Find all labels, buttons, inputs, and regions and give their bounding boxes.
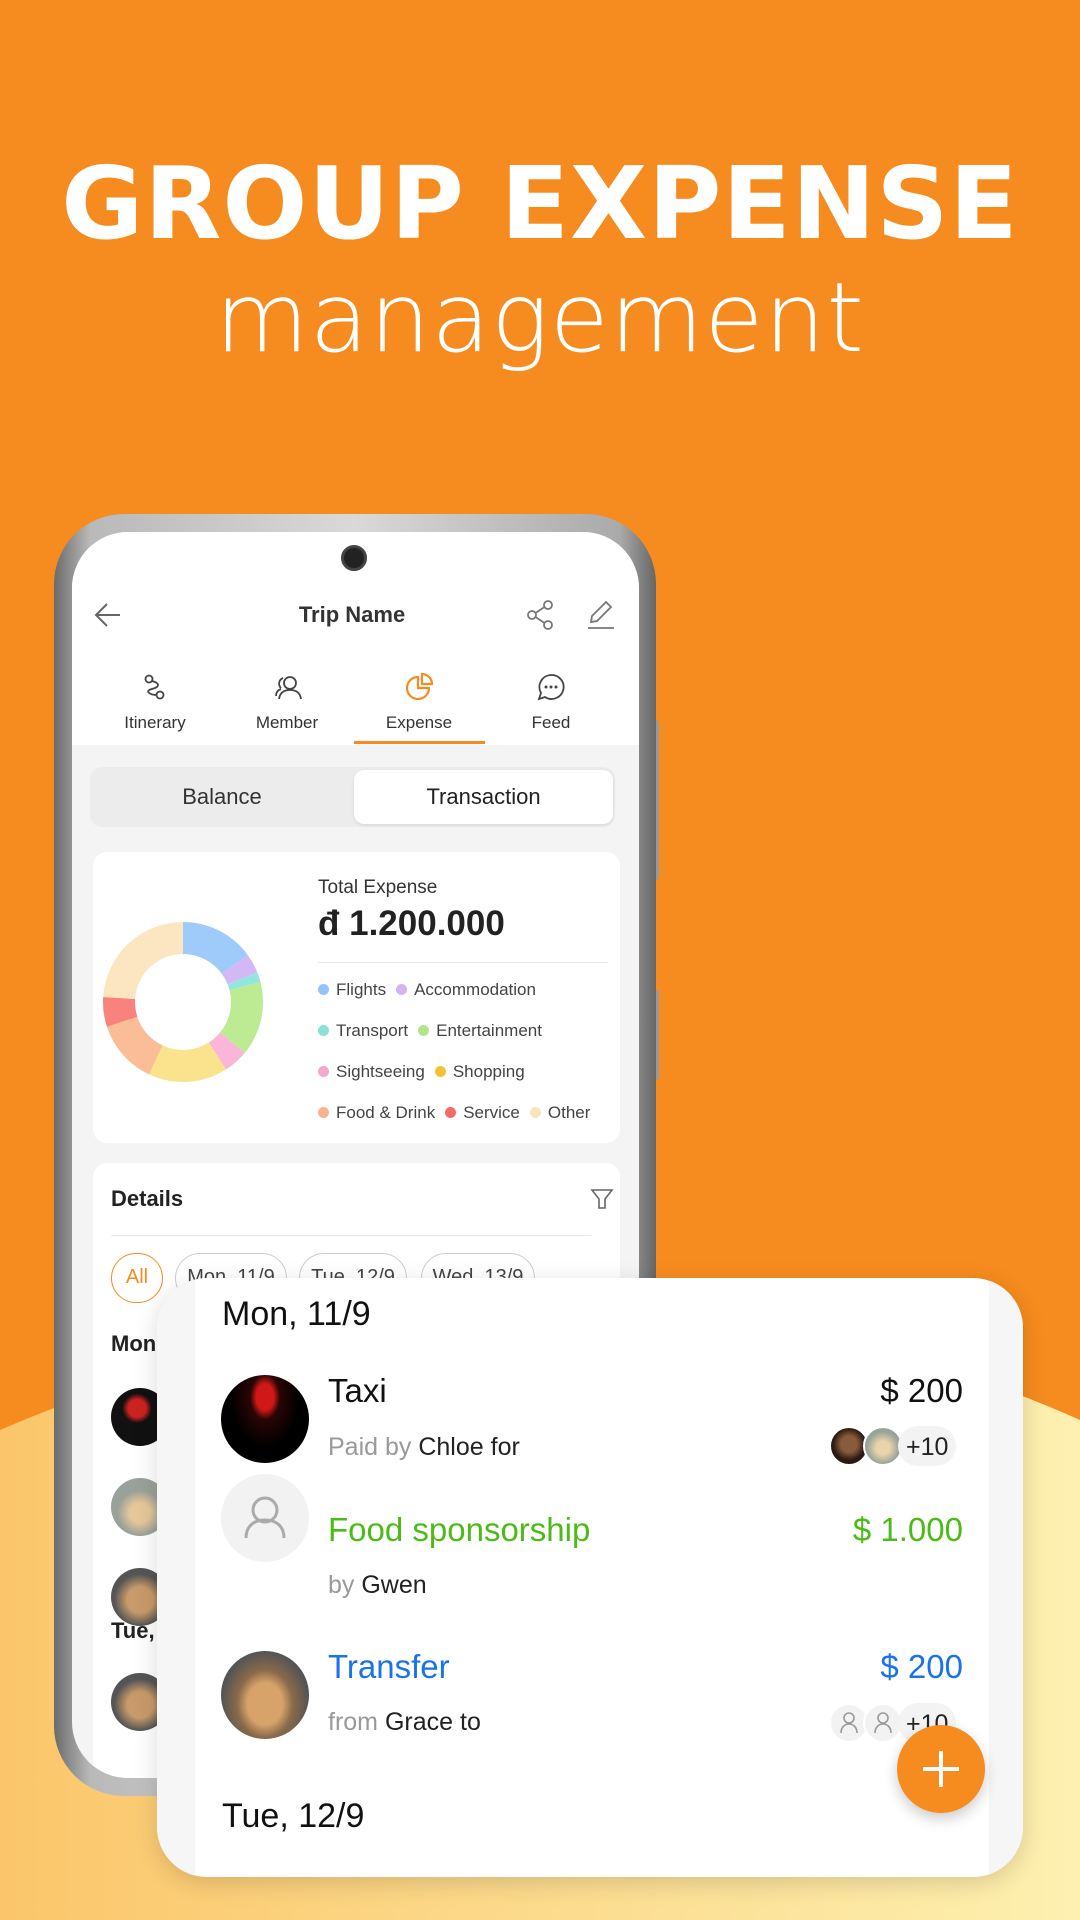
legend-label: Shopping (452, 1062, 525, 1081)
segment-transaction[interactable]: Transaction (354, 770, 613, 824)
card-edge (157, 1278, 195, 1877)
front-camera (341, 545, 367, 571)
legend-item: Entertainment (418, 1021, 542, 1040)
pencil-icon[interactable] (586, 598, 616, 630)
legend-item: Food & Drink (318, 1103, 435, 1122)
transaction-subtitle: Paid by Chloe for (328, 1433, 520, 1461)
expense-donut-chart (103, 922, 263, 1082)
legend-dot (318, 1107, 329, 1118)
total-expense-amount: đ 1.200.000 (318, 904, 505, 943)
legend-dot (318, 1025, 329, 1036)
avatar-placeholder (221, 1474, 309, 1562)
chat-bubble-icon (537, 674, 565, 701)
legend-item: Other (529, 1103, 591, 1122)
legend-row: Transport Entertainment (318, 1021, 552, 1041)
transaction-title: Transfer (328, 1648, 450, 1685)
filter-icon[interactable] (590, 1187, 614, 1211)
users-icon (275, 676, 302, 700)
legend-label: Transport (336, 1021, 409, 1040)
segment-label: Transaction (426, 784, 541, 809)
legend-dot (396, 984, 408, 995)
tab-label: Member (255, 713, 319, 732)
tab-label: Feed (531, 713, 571, 732)
transaction-title: Food sponsorship (328, 1511, 591, 1548)
hero-subtitle: management (215, 262, 865, 374)
transaction-amount: $ 200 (880, 1648, 963, 1685)
legend-dot (318, 1066, 329, 1077)
pie-chart-icon (406, 672, 434, 700)
plus-icon (923, 1751, 959, 1787)
transaction-subtitle: from Grace to (328, 1708, 481, 1736)
active-tab-indicator (354, 741, 485, 744)
legend-item: Flights (318, 980, 386, 999)
legend-dot (318, 984, 329, 995)
participant-count: +10 (898, 1426, 956, 1466)
details-title: Details (111, 1186, 184, 1211)
tab-label: Itinerary (124, 713, 186, 732)
avatar-chloe (221, 1375, 309, 1463)
legend-item: Sightseeing (318, 1062, 425, 1081)
divider (318, 962, 608, 963)
legend-label: Food & Drink (336, 1103, 436, 1122)
day-header: Tue, 12/9 (222, 1797, 365, 1835)
expense-summary-card: Total Expense đ 1.200.000 Flights Accommo… (93, 852, 620, 1143)
day-header: Mon, 11/9 (222, 1295, 371, 1333)
user-icon (840, 1712, 858, 1734)
donut-slice-other (103, 922, 183, 999)
legend-dot (529, 1107, 541, 1118)
transaction-subtitle: by Gwen (328, 1571, 427, 1599)
card-edge (989, 1278, 1023, 1877)
legend-label: Other (547, 1103, 591, 1122)
chip-all[interactable]: All (111, 1253, 163, 1303)
page-title: Trip Name (298, 602, 406, 627)
legend-item: Service (445, 1103, 520, 1122)
legend-item: Accommodation (396, 980, 536, 999)
segment-balance[interactable]: Balance (90, 784, 354, 810)
legend-row: Sightseeing Shopping (318, 1062, 535, 1082)
share-icon[interactable] (527, 600, 555, 630)
legend-label: Accommodation (414, 980, 536, 999)
user-icon (244, 1496, 286, 1539)
participant-avatar (863, 1426, 903, 1466)
transaction-title: Taxi (328, 1372, 387, 1409)
divider (111, 1235, 591, 1236)
hero-title: GROUP EXPENSE (61, 145, 1019, 262)
legend-label: Flights (336, 980, 387, 999)
legend-dot (445, 1107, 457, 1118)
legend-row: Flights Accommodation (318, 980, 546, 1000)
peek-date: Mon (111, 1331, 157, 1356)
user-icon (874, 1712, 892, 1734)
legend-item: Shopping (434, 1062, 525, 1081)
arrow-left-icon[interactable] (94, 602, 122, 628)
route-icon (144, 674, 165, 700)
legend-item: Transport (318, 1021, 408, 1040)
transaction-amount: $ 200 (880, 1372, 963, 1409)
legend-row: Food & Drink Service Other (318, 1103, 600, 1123)
total-expense-label: Total Expense (318, 877, 438, 898)
legend-dot (418, 1025, 430, 1036)
legend-label: Entertainment (436, 1021, 542, 1040)
avatar-grace (221, 1651, 309, 1739)
transaction-amount: $ 1.000 (852, 1511, 963, 1548)
legend-label: Service (463, 1103, 520, 1122)
add-transaction-button[interactable] (897, 1725, 985, 1813)
tab-label: Expense (385, 713, 453, 732)
legend-dot (434, 1066, 446, 1077)
legend-label: Sightseeing (336, 1062, 425, 1081)
transaction-feed-card: Mon, 11/9 Taxi Paid by Chloe for $ 200 +… (157, 1278, 1023, 1877)
